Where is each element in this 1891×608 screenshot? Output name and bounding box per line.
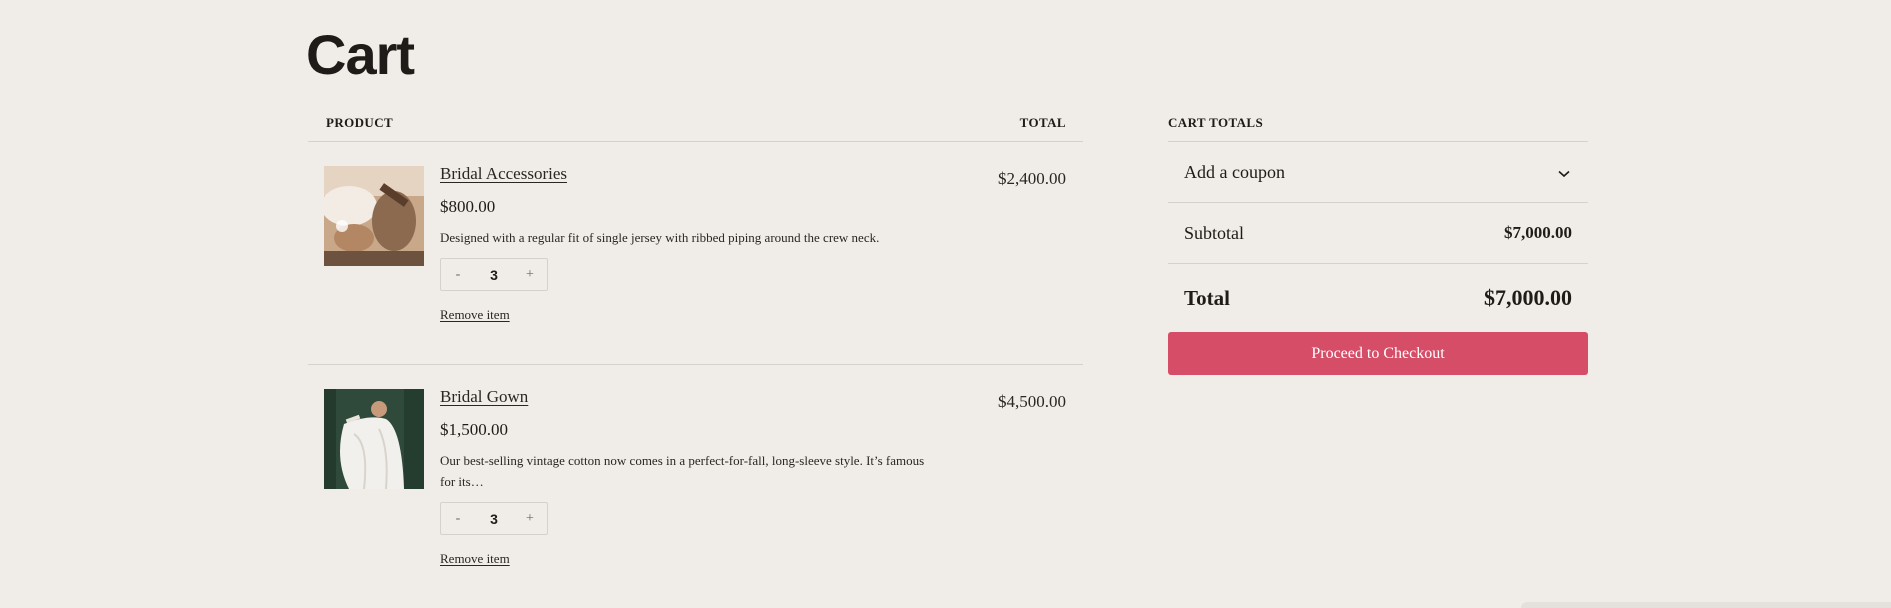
- proceed-to-checkout-button[interactable]: Proceed to Checkout: [1168, 332, 1588, 375]
- decrement-button[interactable]: -: [451, 511, 465, 527]
- quantity-value[interactable]: 3: [490, 511, 498, 527]
- subtotal-label: Subtotal: [1184, 222, 1245, 243]
- product-description: Our best-selling vintage cotton now come…: [440, 453, 925, 489]
- cart-table-header: PRODUCT TOTAL: [308, 105, 1083, 142]
- increment-button[interactable]: +: [523, 267, 537, 283]
- product-description: Designed with a regular fit of single je…: [440, 230, 880, 245]
- total-row: Total $7,000.00: [1168, 264, 1588, 332]
- column-header-product: PRODUCT: [326, 115, 394, 130]
- cart-totals-heading: CART TOTALS: [1168, 105, 1588, 142]
- product-unit-price: $1,500.00: [440, 420, 508, 439]
- cart-totals-panel: CART TOTALS Add a coupon Subtotal $7,000…: [1168, 105, 1588, 375]
- quantity-stepper: - 3 +: [440, 258, 548, 291]
- product-name-link[interactable]: Bridal Gown: [440, 386, 528, 408]
- cart-table: PRODUCT TOTAL Bridal Accessories $800.00…: [308, 105, 1083, 589]
- product-name-link[interactable]: Bridal Accessories: [440, 163, 567, 185]
- product-photo-accessories: [324, 166, 424, 266]
- product-info: Bridal Gown $1,500.00 Our best-selling v…: [440, 386, 940, 568]
- line-total: $4,500.00: [998, 392, 1066, 411]
- horizontal-scrollbar[interactable]: [1521, 602, 1891, 608]
- remove-item-link[interactable]: Remove item: [440, 551, 510, 567]
- quantity-value[interactable]: 3: [490, 267, 498, 283]
- quantity-stepper: - 3 +: [440, 502, 548, 535]
- product-info: Bridal Accessories $800.00 Designed with…: [440, 163, 940, 324]
- line-total: $2,400.00: [998, 169, 1066, 188]
- total-label: Total: [1184, 285, 1230, 310]
- product-unit-price: $800.00: [440, 197, 496, 216]
- subtotal-row: Subtotal $7,000.00: [1168, 203, 1588, 264]
- subtotal-value: $7,000.00: [1504, 223, 1572, 242]
- increment-button[interactable]: +: [523, 511, 537, 527]
- product-image-accessories[interactable]: [324, 166, 424, 266]
- cart-item-row: Bridal Accessories $800.00 Designed with…: [308, 142, 1083, 365]
- product-photo-gown: [324, 389, 424, 489]
- total-value: $7,000.00: [1484, 285, 1572, 310]
- decrement-button[interactable]: -: [451, 267, 465, 283]
- coupon-label: Add a coupon: [1184, 161, 1285, 182]
- cart-item-row: Bridal Gown $1,500.00 Our best-selling v…: [308, 365, 1083, 589]
- chevron-down-icon: [1558, 162, 1570, 183]
- remove-item-link[interactable]: Remove item: [440, 307, 510, 323]
- column-header-total: TOTAL: [1019, 115, 1066, 130]
- coupon-toggle[interactable]: Add a coupon: [1168, 142, 1588, 203]
- product-image-gown[interactable]: [324, 389, 424, 489]
- page-title: Cart: [306, 23, 415, 86]
